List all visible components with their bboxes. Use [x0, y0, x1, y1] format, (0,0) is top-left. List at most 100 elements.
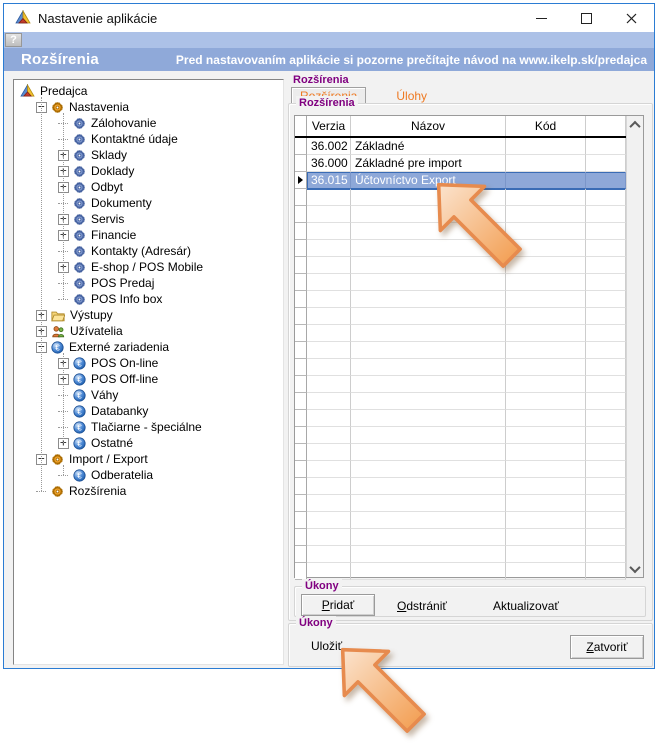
table-cell[interactable]	[586, 461, 626, 478]
tree-item[interactable]: POS Predaj	[14, 275, 283, 291]
table-row[interactable]	[295, 342, 626, 359]
table-row[interactable]	[295, 495, 626, 512]
table-row[interactable]	[295, 359, 626, 376]
tree-item[interactable]: €POS Off-line	[14, 371, 283, 387]
table-cell[interactable]	[586, 308, 626, 325]
table-cell[interactable]: 36.015	[307, 172, 351, 189]
table-row[interactable]: 36.002Základné	[295, 138, 626, 155]
table-cell[interactable]	[586, 427, 626, 444]
tree-item[interactable]: Import / Export	[14, 451, 283, 467]
row-selector-cell[interactable]	[295, 308, 307, 325]
table-cell[interactable]	[506, 563, 586, 580]
row-selector-cell[interactable]	[295, 563, 307, 580]
table-cell[interactable]	[307, 563, 351, 580]
row-selector-cell[interactable]	[295, 529, 307, 546]
table-row[interactable]	[295, 376, 626, 393]
table-row[interactable]	[295, 410, 626, 427]
row-selector-cell[interactable]	[295, 274, 307, 291]
table-cell[interactable]	[307, 546, 351, 563]
table-cell[interactable]	[506, 291, 586, 308]
close-button[interactable]	[609, 4, 654, 33]
table-cell[interactable]	[586, 546, 626, 563]
tree-item[interactable]: Servis	[14, 211, 283, 227]
table-row[interactable]	[295, 291, 626, 308]
row-selector-cell[interactable]	[295, 291, 307, 308]
table-row[interactable]	[295, 461, 626, 478]
row-selector-cell[interactable]	[295, 138, 307, 155]
table-cell[interactable]	[506, 427, 586, 444]
column-header[interactable]: Verzia	[307, 116, 351, 136]
row-selector-cell[interactable]	[295, 461, 307, 478]
table-row[interactable]	[295, 393, 626, 410]
row-selector-cell[interactable]	[295, 342, 307, 359]
table-cell[interactable]	[506, 138, 586, 155]
table-cell[interactable]	[586, 240, 626, 257]
table-cell[interactable]	[351, 563, 506, 580]
table-cell[interactable]	[307, 495, 351, 512]
table-cell[interactable]	[351, 427, 506, 444]
tree-item[interactable]: Kontakty (Adresár)	[14, 243, 283, 259]
table-cell[interactable]	[307, 512, 351, 529]
row-selector-cell[interactable]	[295, 206, 307, 223]
table-cell[interactable]	[506, 342, 586, 359]
table-cell[interactable]	[586, 376, 626, 393]
table-cell[interactable]	[351, 478, 506, 495]
table-cell[interactable]	[586, 138, 626, 155]
table-cell[interactable]	[307, 529, 351, 546]
row-selector-cell[interactable]	[295, 495, 307, 512]
table-cell[interactable]	[351, 291, 506, 308]
table-cell[interactable]	[586, 291, 626, 308]
table-cell[interactable]	[351, 546, 506, 563]
table-cell[interactable]	[351, 512, 506, 529]
table-cell[interactable]	[307, 206, 351, 223]
table-row[interactable]	[295, 308, 626, 325]
table-row[interactable]	[295, 546, 626, 563]
table-row[interactable]	[295, 444, 626, 461]
tree-item[interactable]: Kontaktné údaje	[14, 131, 283, 147]
update-button[interactable]: Aktualizovať	[487, 598, 565, 614]
table-cell[interactable]	[307, 376, 351, 393]
table-cell[interactable]	[351, 410, 506, 427]
minimize-button[interactable]	[519, 4, 564, 33]
table-row[interactable]	[295, 427, 626, 444]
table-cell[interactable]	[307, 257, 351, 274]
table-cell[interactable]	[307, 325, 351, 342]
row-selector-cell[interactable]	[295, 427, 307, 444]
close-button[interactable]: Zatvoriť	[570, 635, 644, 659]
tree-item[interactable]: Rozšírenia	[14, 483, 283, 499]
table-cell[interactable]: Základné	[351, 138, 506, 155]
table-cell[interactable]	[586, 563, 626, 580]
table-cell[interactable]	[351, 461, 506, 478]
row-selector-cell[interactable]	[295, 393, 307, 410]
tree-item[interactable]: Užívatelia	[14, 323, 283, 339]
table-cell[interactable]: 36.002	[307, 138, 351, 155]
table-row[interactable]	[295, 478, 626, 495]
table-cell[interactable]	[351, 495, 506, 512]
help-button[interactable]: ?	[5, 33, 22, 47]
table-cell[interactable]	[307, 410, 351, 427]
tree-item[interactable]: €Databanky	[14, 403, 283, 419]
table-cell[interactable]	[506, 410, 586, 427]
table-cell[interactable]	[586, 342, 626, 359]
scroll-up-button[interactable]	[627, 116, 643, 133]
table-cell[interactable]	[351, 444, 506, 461]
table-cell[interactable]	[506, 359, 586, 376]
tree-item[interactable]: €Tlačiarne - špeciálne	[14, 419, 283, 435]
tree-item[interactable]: POS Info box	[14, 291, 283, 307]
table-cell[interactable]	[506, 461, 586, 478]
table-cell[interactable]	[506, 478, 586, 495]
table-cell[interactable]	[586, 529, 626, 546]
table-cell[interactable]	[506, 546, 586, 563]
table-cell[interactable]	[307, 189, 351, 206]
remove-button[interactable]: Odstrániť	[391, 598, 453, 614]
tree-item[interactable]: Výstupy	[14, 307, 283, 323]
table-cell[interactable]	[351, 325, 506, 342]
row-selector-cell[interactable]	[295, 223, 307, 240]
column-header[interactable]: Názov	[351, 116, 506, 136]
table-cell[interactable]	[307, 393, 351, 410]
table-cell[interactable]	[506, 308, 586, 325]
table-cell[interactable]	[586, 410, 626, 427]
table-cell[interactable]	[307, 240, 351, 257]
row-selector-cell[interactable]	[295, 478, 307, 495]
table-cell[interactable]	[506, 512, 586, 529]
